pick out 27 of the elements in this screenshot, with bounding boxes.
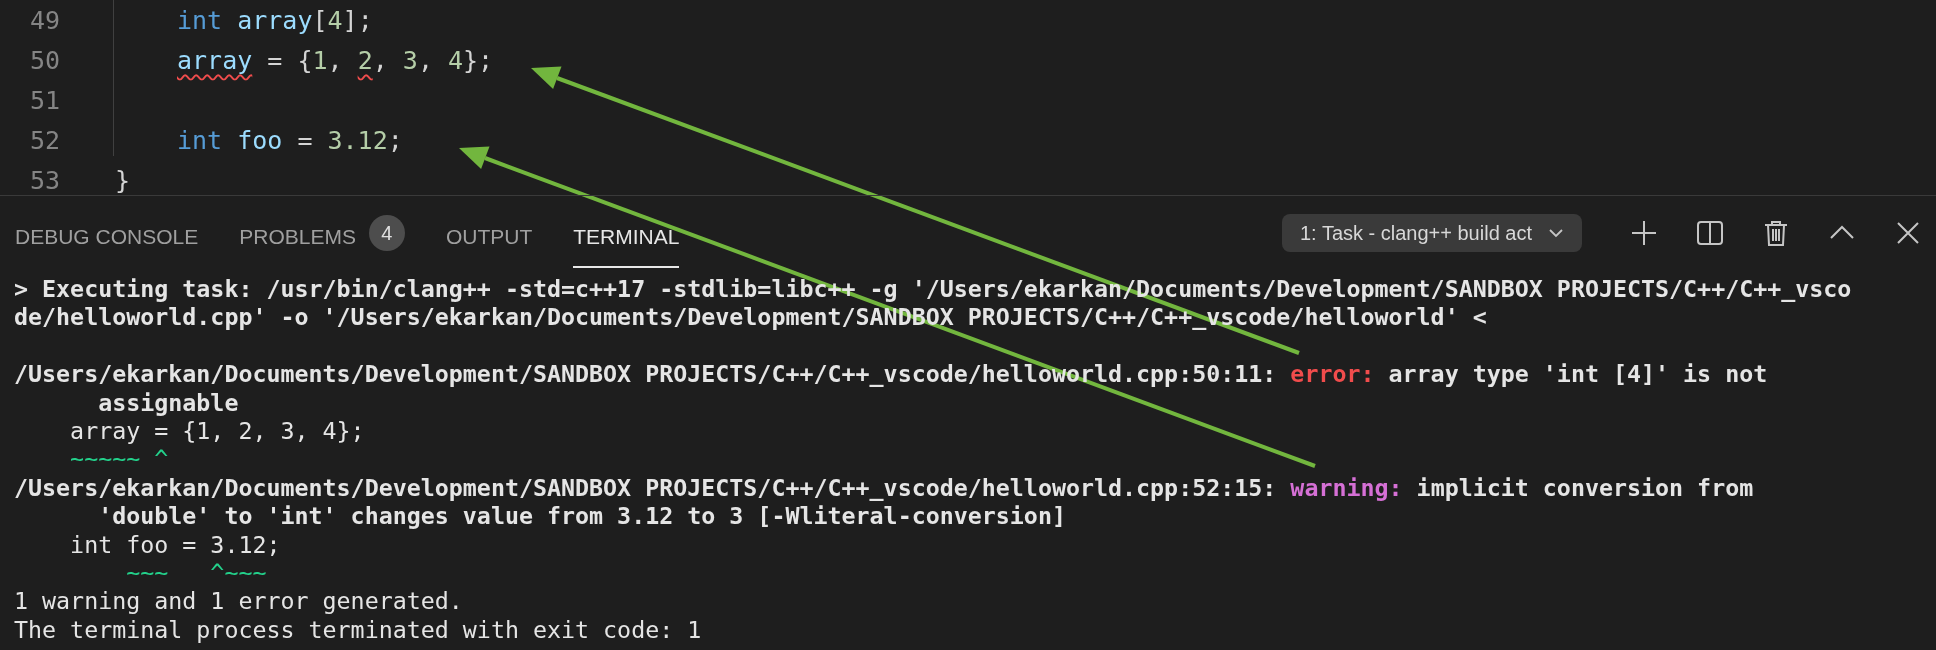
panel-tab[interactable]: PROBLEMS xyxy=(239,204,356,268)
line-number: 50 xyxy=(28,45,60,75)
line-number: 51 xyxy=(28,85,60,115)
line-number: 49 xyxy=(28,5,60,35)
terminal-line: /Users/ekarkan/Documents/Development/SANDBOX PROJECTS/C++/C++_vscode/helloworld.cpp:52:15: warning: implicit conversion from xyxy=(14,473,1754,501)
trash-icon[interactable] xyxy=(1762,219,1790,247)
split-icon[interactable] xyxy=(1696,219,1724,247)
terminal-line: array = {1, 2, 3, 4}; xyxy=(69,416,365,444)
terminal-select[interactable]: 1: Task - clang++ build act xyxy=(1282,214,1582,252)
squiggle-marks: ~~~~~ ^ xyxy=(69,445,169,473)
count-badge: 4 xyxy=(368,215,405,251)
terminal-line: 1 warning and 1 error generated. xyxy=(14,587,463,615)
terminal-line: 'double' to 'int' changes value from 3.12 to 3 [-Wliteral-conversion] xyxy=(97,502,1066,530)
terminal-line: The terminal process terminated with exit code: 1 xyxy=(14,615,702,643)
terminal-line: int foo = 3.12; xyxy=(69,530,281,558)
line-number: 53 xyxy=(28,165,60,195)
line-number: 52 xyxy=(28,125,60,155)
code-line: int array[4]; xyxy=(177,5,373,35)
panel-tab[interactable]: OUTPUT xyxy=(445,204,533,268)
panel-tab[interactable]: DEBUG CONSOLE xyxy=(15,204,199,268)
code-line: } xyxy=(115,165,131,195)
terminal-line: assignable xyxy=(97,388,239,416)
plus-icon[interactable] xyxy=(1630,219,1658,247)
code-line: int foo = 3.12; xyxy=(177,125,403,155)
panel-tab[interactable]: TERMINAL xyxy=(573,204,680,268)
code-line: array = {1, 2, 3, 4}; xyxy=(177,45,494,75)
squiggle-marks: ~~~ ^~~~ xyxy=(125,558,267,586)
